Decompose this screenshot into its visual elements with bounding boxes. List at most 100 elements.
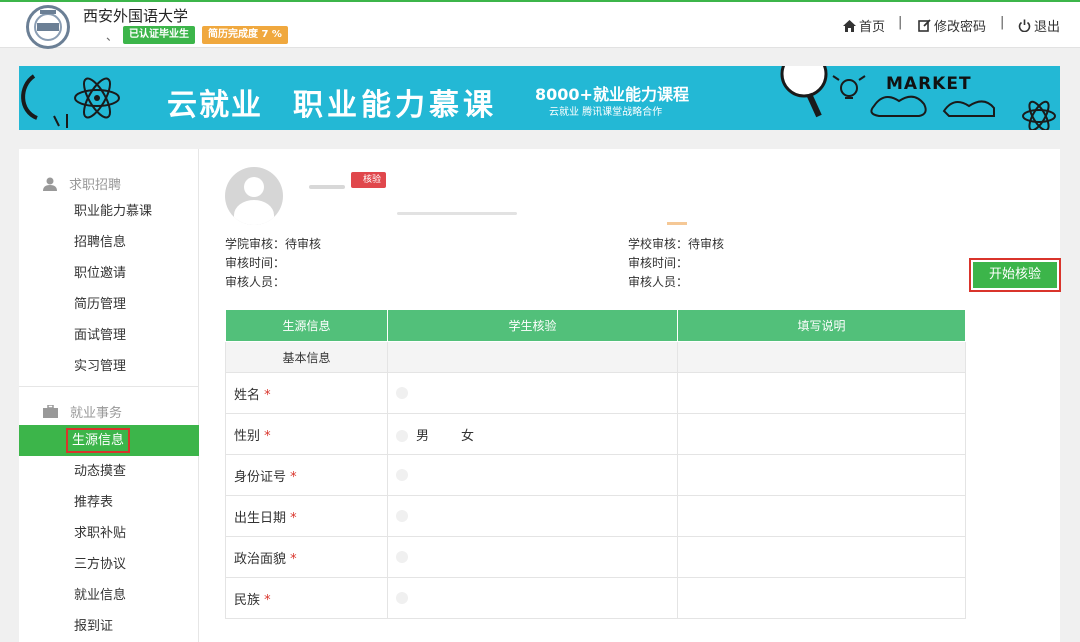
college-reviewer: 审核人员： — [225, 275, 286, 289]
column-header: 学生核验 — [387, 309, 678, 342]
redacted-mark — [667, 222, 687, 225]
field-label: 民族 * — [225, 577, 388, 619]
radio-icon[interactable] — [396, 592, 408, 604]
nav-separator: | — [898, 15, 903, 30]
nav-logout-label: 退出 — [1034, 20, 1061, 35]
sidebar-item-source-info[interactable]: 生源信息 — [19, 425, 199, 456]
sidebar-item-subsidy[interactable]: 求职补贴 — [19, 518, 199, 549]
radio-icon[interactable] — [396, 387, 408, 399]
banner-partner: 云就业 腾讯课堂战略合作 — [549, 107, 663, 118]
sidebar-item-interviews[interactable]: 面试管理 — [19, 320, 199, 351]
section-title: 基本信息 — [225, 341, 388, 373]
column-header: 填写说明 — [677, 309, 966, 342]
radio-icon[interactable] — [396, 510, 408, 522]
field-label: 性别 * — [225, 413, 388, 455]
field-label: 姓名 * — [225, 372, 388, 414]
resume-completion-badge: 简历完成度 7 % — [202, 26, 288, 44]
nav-change-password-label: 修改密码 — [934, 20, 987, 35]
radio-icon[interactable] — [396, 430, 408, 442]
fill-note — [677, 372, 966, 414]
sidebar-item-label: 生源信息 — [65, 428, 131, 453]
banner-market-text: MARKET — [886, 74, 972, 94]
start-verification-label: 开始核验 — [973, 262, 1057, 288]
redacted-info — [397, 212, 517, 215]
college-review-time: 审核时间： — [225, 256, 286, 270]
top-header: 西安外国语大学 、 已认证毕业生 简历完成度 7 % 首页 | 修改密码 | 退… — [0, 0, 1080, 49]
fill-note — [677, 536, 966, 578]
table-row: 民族 * — [225, 577, 966, 619]
school-review-time: 审核时间： — [628, 256, 689, 270]
name-value[interactable] — [387, 372, 678, 414]
table-row: 政治面貌 * — [225, 536, 966, 578]
gender-option-female[interactable]: 女 — [461, 429, 474, 444]
student-avatar — [225, 167, 283, 225]
ethnicity-value[interactable] — [387, 577, 678, 619]
power-icon — [1018, 19, 1031, 32]
redacted-name — [309, 185, 345, 189]
mooc-banner[interactable]: 云就业 职业能力慕课 8000+就业能力课程 云就业 腾讯课堂战略合作 MARK… — [19, 66, 1060, 130]
column-header: 生源信息 — [225, 309, 388, 342]
table-header-row: 生源信息 学生核验 填写说明 — [225, 309, 966, 342]
sidebar-group-label: 求职招聘 — [69, 178, 122, 193]
school-name: 西安外国语大学 — [83, 7, 189, 25]
nav-change-password-link[interactable]: 修改密码 — [918, 16, 986, 35]
fill-note — [677, 454, 966, 496]
banner-title: 职业能力慕课 — [293, 88, 497, 123]
sidebar-item-internships[interactable]: 实习管理 — [19, 351, 199, 382]
school-review-status: 学校审核：待审核 — [628, 237, 725, 251]
sidebar-item-report-cert[interactable]: 报到证 — [19, 611, 199, 642]
user-icon — [43, 177, 57, 191]
briefcase-icon — [43, 405, 58, 418]
fill-note — [677, 413, 966, 455]
source-info-table: 生源信息 学生核验 填写说明 基本信息 姓名 * 性别 * 男女 身份证号 * … — [225, 309, 966, 619]
sidebar-item-recommendation[interactable]: 推荐表 — [19, 487, 199, 518]
radio-icon[interactable] — [396, 551, 408, 563]
nav-separator: | — [1000, 15, 1005, 30]
sidebar-group-employment: 就业事务 — [43, 402, 122, 421]
table-row: 姓名 * — [225, 372, 966, 414]
verified-graduate-badge: 已认证毕业生 — [123, 26, 195, 44]
student-name-mark: 、 — [106, 29, 119, 43]
nav-home-link[interactable]: 首页 — [843, 16, 885, 35]
nav-home-label: 首页 — [859, 20, 886, 35]
sidebar-divider — [19, 386, 199, 387]
gender-option-male[interactable]: 男 — [416, 429, 429, 444]
sidebar-item-survey[interactable]: 动态摸查 — [19, 456, 199, 487]
sidebar-item-job-invitations[interactable]: 职位邀请 — [19, 258, 199, 289]
sidebar-item-recruitment[interactable]: 招聘信息 — [19, 227, 199, 258]
main-panel: 求职招聘 职业能力慕课 招聘信息 职位邀请 简历管理 面试管理 实习管理 就业事… — [19, 149, 1061, 642]
sidebar-group-label: 就业事务 — [70, 406, 123, 421]
sidebar-group-job-search: 求职招聘 — [43, 174, 121, 193]
table-row: 性别 * 男女 — [225, 413, 966, 455]
political-status-value[interactable] — [387, 536, 678, 578]
id-number-value[interactable] — [387, 454, 678, 496]
atom-doodle-icon — [21, 74, 120, 128]
sidebar-item-resume[interactable]: 简历管理 — [19, 289, 199, 320]
fill-note — [677, 577, 966, 619]
radio-icon[interactable] — [396, 469, 408, 481]
university-logo — [26, 5, 70, 49]
field-label: 身份证号 * — [225, 454, 388, 496]
field-label: 政治面貌 * — [225, 536, 388, 578]
college-review-status: 学院审核：待审核 — [225, 237, 322, 251]
banner-brand: 云就业 — [167, 88, 263, 123]
school-reviewer: 审核人员： — [628, 275, 689, 289]
sidebar: 求职招聘 职业能力慕课 招聘信息 职位邀请 简历管理 面试管理 实习管理 就业事… — [19, 149, 199, 642]
sidebar-item-agreement[interactable]: 三方协议 — [19, 549, 199, 580]
birth-date-value[interactable] — [387, 495, 678, 537]
edit-icon — [918, 19, 931, 32]
gender-value[interactable]: 男女 — [387, 413, 678, 455]
college-audit-info: 学院审核：待审核 审核时间： 审核人员： — [225, 235, 321, 292]
banner-subtitle: 8000+就业能力课程 — [535, 85, 689, 104]
table-row: 身份证号 * — [225, 454, 966, 496]
school-audit-info: 学校审核：待审核 审核时间： 审核人员： — [628, 235, 724, 292]
nav-logout-link[interactable]: 退出 — [1018, 16, 1060, 35]
pending-verification-tag: 核验 — [351, 172, 387, 188]
fill-note — [677, 495, 966, 537]
sidebar-item-mooc[interactable]: 职业能力慕课 — [19, 196, 199, 227]
table-row: 出生日期 * — [225, 495, 966, 537]
home-icon — [843, 19, 856, 32]
sidebar-item-employment-info[interactable]: 就业信息 — [19, 580, 199, 611]
start-verification-button[interactable]: 开始核验 — [969, 258, 1061, 292]
field-label: 出生日期 * — [225, 495, 388, 537]
